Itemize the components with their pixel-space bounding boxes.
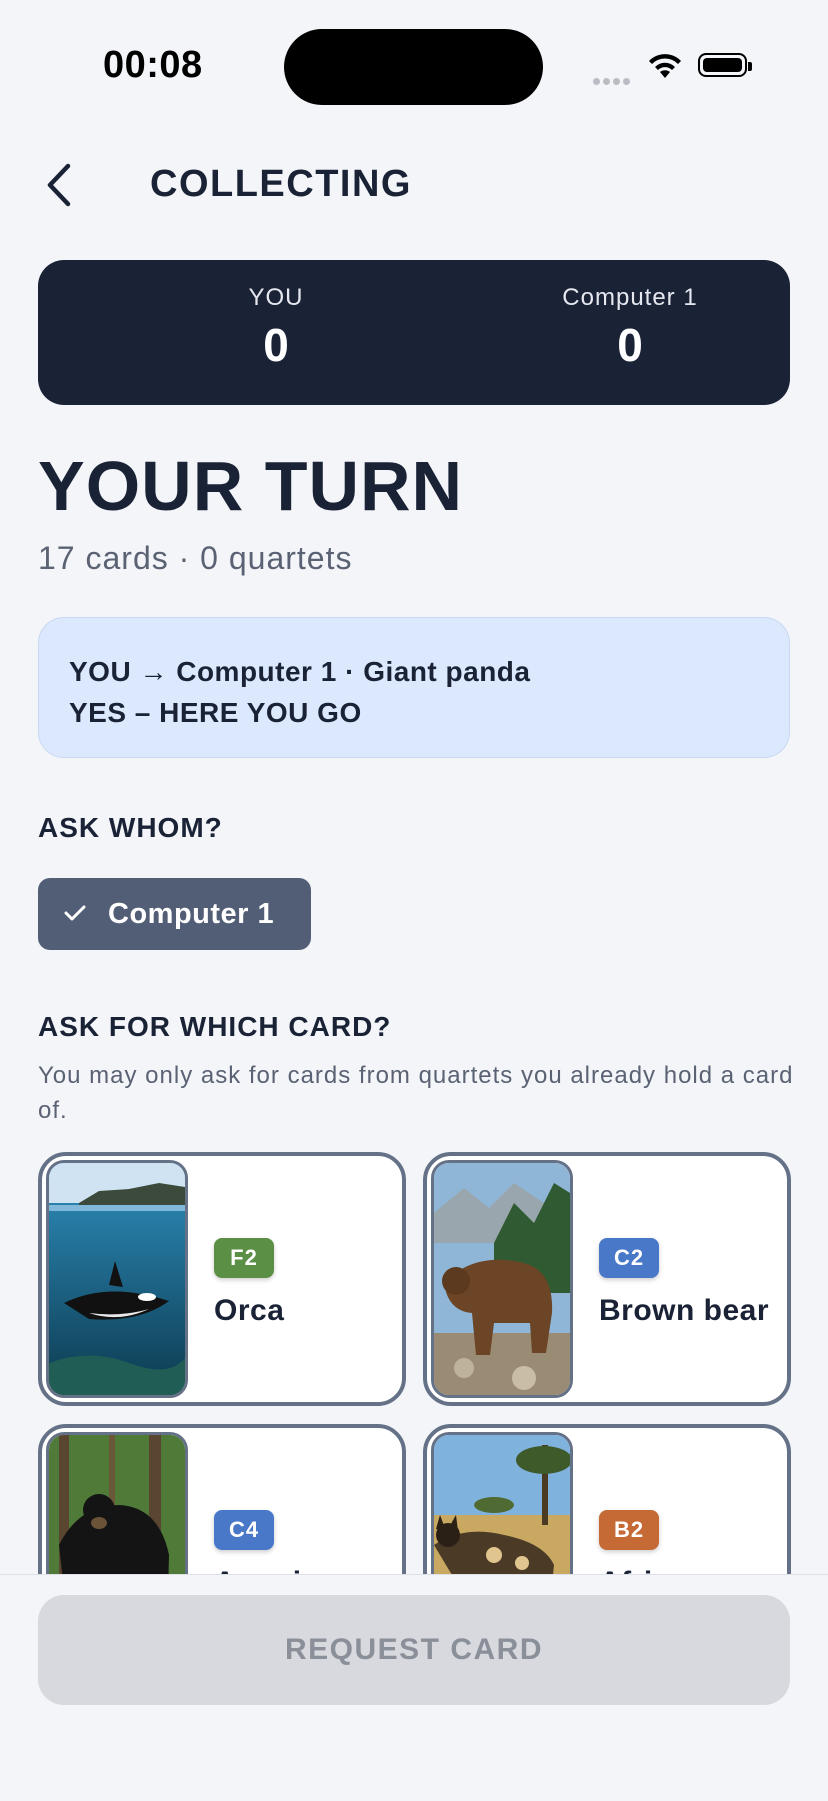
ask-whom-heading: ASK WHOM? [38,812,223,843]
bottom-action-bar: REQUEST CARD [0,1574,828,1801]
status-time: 00:08 [103,44,203,86]
orca-image [46,1160,188,1398]
check-icon [64,905,86,921]
score-player-computer: Computer 1 0 [490,284,770,372]
last-action-log: YOU → Computer 1 · Giant panda YES – HER… [38,617,790,758]
request-card-button[interactable]: REQUEST CARD [38,1595,790,1705]
page-title: COLLECTING [150,163,412,205]
log-line-response: YES – HERE YOU GO [69,697,362,728]
card-african-wild-dog[interactable]: B2 African [423,1424,791,1575]
black-bear-image [46,1432,188,1575]
card-american-black-bear[interactable]: C4 American [38,1424,406,1575]
card-brown-bear[interactable]: C2 Brown bear [423,1152,791,1406]
player-name: Computer 1 [562,284,698,311]
log-line-request: YOU → Computer 1 · Giant panda [69,656,531,687]
battery-icon [698,53,752,77]
card-code-badge: C4 [214,1510,274,1550]
score-player-you: YOU 0 [176,284,376,372]
card-code-badge: B2 [599,1510,659,1550]
scoreboard: YOU 0 Computer 1 0 [38,260,790,405]
card-orca[interactable]: F2 Orca [38,1152,406,1406]
card-name: Brown bear [599,1294,770,1327]
brown-bear-image [431,1160,573,1398]
ask-card-hint: You may only ask for cards from quartets… [38,1062,794,1124]
player-score: 0 [263,319,289,371]
card-grid: F2 Orca C2 Brown bear C4 B2 [0,1150,828,1575]
player-chip-computer-1[interactable]: Computer 1 [38,878,311,950]
dynamic-island [284,29,543,105]
player-score: 0 [617,319,643,371]
ask-card-heading: ASK FOR WHICH CARD? [38,1011,392,1042]
status-bar: 00:08 [0,0,828,130]
wifi-icon [647,52,683,85]
player-name: YOU [248,284,304,311]
wild-dog-image [431,1432,573,1575]
card-name: Orca [214,1294,285,1327]
card-code-badge: C2 [599,1238,659,1278]
turn-summary: 17 cards · 0 quartets [38,540,353,576]
card-code-badge: F2 [214,1238,274,1278]
cellular-signal-icon [593,72,633,90]
chip-label: Computer 1 [108,898,275,930]
turn-heading: YOUR TURN [38,447,464,525]
back-button[interactable] [40,160,80,210]
chevron-left-icon [47,163,71,207]
